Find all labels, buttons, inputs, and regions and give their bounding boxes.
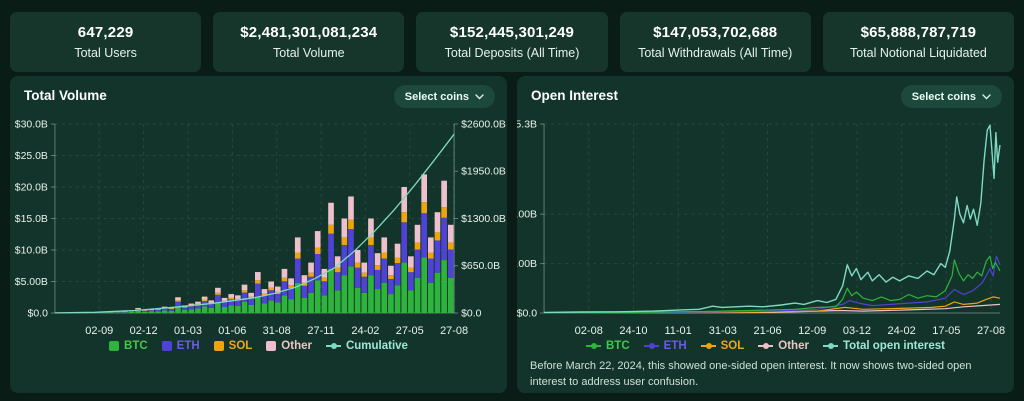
legend-marker-icon — [214, 341, 224, 351]
svg-text:$10.0B: $10.0B — [15, 245, 48, 256]
open-interest-panel: Open Interest Select coins 02-0824-1011-… — [517, 76, 1014, 393]
total-volume-chart: 02-09 02-12 01-03 01-06 31-08 27-11 24-02 27-05… — [10, 76, 507, 348]
stat-label: Total Deposits (All Time) — [445, 46, 580, 60]
svg-text:$8.00B: $8.00B — [517, 209, 537, 221]
legend-label: Total open interest — [843, 340, 945, 352]
stat-value: $2,481,301,081,234 — [240, 24, 377, 41]
legend-label: ETH — [664, 340, 687, 352]
legend-label: BTC — [124, 340, 148, 352]
svg-text:$650.0B: $650.0B — [461, 261, 500, 272]
legend-label: Cumulative — [346, 340, 408, 352]
legend-marker-icon — [162, 341, 172, 351]
svg-text:$1300.0B: $1300.0B — [461, 214, 506, 225]
svg-text:$30.0B: $30.0B — [15, 119, 48, 130]
legend-item-total-open-interest[interactable]: Total open interest — [823, 340, 945, 352]
stats-row: 647,229 Total Users $2,481,301,081,234 T… — [0, 0, 1024, 72]
legend-marker-icon — [326, 345, 341, 347]
stat-value: $65,888,787,719 — [861, 24, 977, 41]
svg-text:$5.00B: $5.00B — [15, 277, 48, 288]
svg-text:$25.0B: $25.0B — [15, 151, 48, 162]
svg-text:02-12: 02-12 — [130, 325, 158, 337]
legend-item-sol[interactable]: SOL — [701, 340, 745, 352]
charts-area: Total Volume Select coins 02-0902-1201-0… — [0, 72, 1024, 393]
legend-marker-icon — [266, 341, 276, 351]
legend-label: SOL — [229, 340, 253, 352]
legend-marker-icon — [109, 341, 119, 351]
svg-text:12-09: 12-09 — [798, 325, 826, 337]
legend-marker-icon — [701, 345, 716, 347]
total-volume-legend: BTC ETH SOL Other Cumulative — [10, 338, 507, 354]
stat-label: Total Notional Liquidated — [850, 46, 987, 60]
legend-label: SOL — [721, 340, 745, 352]
svg-text:01-06: 01-06 — [218, 325, 246, 337]
svg-text:27-11: 27-11 — [307, 325, 334, 337]
svg-text:27-08: 27-08 — [440, 325, 468, 337]
legend-item-sol[interactable]: SOL — [214, 340, 253, 352]
legend-item-btc[interactable]: BTC — [109, 340, 148, 352]
stat-card-total-users: 647,229 Total Users — [10, 12, 201, 72]
stat-label: Total Users — [74, 46, 137, 60]
legend-marker-icon — [823, 345, 838, 347]
legend-label: ETH — [177, 340, 200, 352]
svg-text:24-02: 24-02 — [888, 325, 916, 337]
stat-card-total-deposits: $152,445,301,249 Total Deposits (All Tim… — [416, 12, 607, 72]
legend-item-other[interactable]: Other — [266, 340, 312, 352]
stat-label: Total Volume — [273, 46, 345, 60]
stat-card-total-volume: $2,481,301,081,234 Total Volume — [213, 12, 404, 72]
legend-item-cumulative[interactable]: Cumulative — [326, 340, 408, 352]
stat-value: 647,229 — [78, 24, 134, 41]
svg-text:24-10: 24-10 — [619, 325, 647, 337]
svg-text:11-01: 11-01 — [664, 325, 691, 337]
legend-label: Other — [281, 340, 312, 352]
svg-text:$2600.0B: $2600.0B — [461, 119, 506, 130]
svg-text:31-03: 31-03 — [709, 325, 737, 337]
svg-text:02-08: 02-08 — [575, 325, 603, 337]
legend-marker-icon — [644, 345, 659, 347]
legend-label: Other — [778, 340, 809, 352]
svg-text:27-05: 27-05 — [396, 325, 424, 337]
svg-text:$15.3B: $15.3B — [517, 119, 537, 131]
svg-text:$0.0: $0.0 — [28, 308, 49, 319]
stat-label: Total Withdrawals (All Time) — [638, 46, 792, 60]
svg-text:03-12: 03-12 — [843, 325, 871, 337]
svg-text:17-05: 17-05 — [932, 325, 960, 337]
stat-value: $152,445,301,249 — [450, 24, 574, 41]
svg-text:01-03: 01-03 — [174, 325, 202, 337]
legend-item-other[interactable]: Other — [758, 340, 809, 352]
stat-value: $147,053,702,688 — [653, 24, 777, 41]
legend-label: BTC — [606, 340, 630, 352]
svg-text:27-08: 27-08 — [977, 325, 1005, 337]
open-interest-chart: 02-08 24-10 11-01 31-03 21-06 12-09 03-12 24-02… — [517, 76, 1014, 348]
svg-text:31-08: 31-08 — [263, 325, 291, 337]
legend-item-eth[interactable]: ETH — [644, 340, 687, 352]
svg-text:$0.0: $0.0 — [461, 308, 482, 319]
stat-card-total-withdrawals: $147,053,702,688 Total Withdrawals (All … — [620, 12, 811, 72]
svg-text:$15.0B: $15.0B — [15, 214, 48, 225]
legend-marker-icon — [586, 345, 601, 347]
legend-item-eth[interactable]: ETH — [162, 340, 200, 352]
legend-item-btc[interactable]: BTC — [586, 340, 630, 352]
svg-text:$0.0: $0.0 — [517, 308, 537, 320]
svg-text:$1950.0B: $1950.0B — [461, 167, 506, 178]
svg-text:$4.00B: $4.00B — [517, 258, 537, 270]
svg-text:24-02: 24-02 — [351, 325, 379, 337]
legend-marker-icon — [758, 345, 773, 347]
svg-text:02-09: 02-09 — [85, 325, 113, 337]
open-interest-footnote: Before March 22, 2024, this showed one-s… — [530, 359, 1001, 391]
svg-text:$20.0B: $20.0B — [15, 182, 48, 193]
open-interest-legend: BTC ETH SOL Other Total open interest — [517, 338, 1014, 354]
stat-card-total-notional-liquidated: $65,888,787,719 Total Notional Liquidate… — [823, 12, 1014, 72]
svg-text:21-06: 21-06 — [753, 325, 781, 337]
total-volume-panel: Total Volume Select coins 02-0902-1201-0… — [10, 76, 507, 393]
